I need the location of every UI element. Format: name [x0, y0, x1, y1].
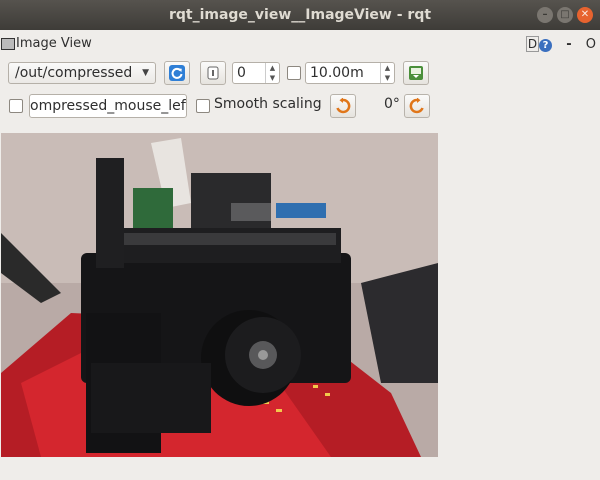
smooth-scaling-label: Smooth scaling	[214, 96, 322, 112]
smooth-scaling-checkbox[interactable]	[196, 99, 210, 113]
rotate-right-icon	[409, 97, 424, 114]
dock-close-button[interactable]: O	[586, 37, 596, 52]
options-row: ompressed_mouse_left Smooth scaling 0°	[0, 93, 600, 119]
rotation-value: 0°	[384, 96, 400, 112]
max-range-spinbox[interactable]: 10.00m ▲ ▼	[305, 62, 395, 84]
chevron-down-icon: ▼	[142, 68, 149, 78]
image-display[interactable]: C++	[1, 133, 438, 457]
topic-value: /out/compressed	[15, 65, 133, 81]
save-image-button[interactable]	[403, 61, 429, 85]
minimize-button[interactable]: –	[537, 7, 553, 23]
dock-minimize-button[interactable]: -	[566, 37, 571, 52]
dock-title: Image View	[16, 36, 92, 51]
help-icon[interactable]: ?	[539, 39, 553, 52]
num-gridlines-spinbox[interactable]: 0 ▲ ▼	[232, 62, 280, 84]
close-button[interactable]: ✕	[577, 7, 593, 23]
spin-arrows-icon[interactable]: ▲ ▼	[265, 63, 279, 83]
rotate-right-button[interactable]	[404, 94, 430, 118]
zoom-1-button[interactable]	[200, 61, 226, 85]
dock-d-button[interactable]: D	[525, 36, 540, 52]
save-icon	[409, 66, 423, 80]
rotate-left-button[interactable]	[330, 94, 356, 118]
topic-dropdown[interactable]: /out/compressed ▼	[8, 62, 156, 84]
toolbar-row: /out/compressed ▼ 0 ▲ ▼ 10.00m ▲ ▼	[0, 60, 600, 86]
dock-controls: D? - O	[522, 36, 596, 52]
publish-mouse-checkbox[interactable]	[9, 99, 23, 113]
refresh-button[interactable]	[164, 61, 190, 85]
spin-arrows-icon[interactable]: ▲ ▼	[380, 63, 394, 83]
rotate-left-icon	[336, 97, 351, 114]
max-range-checkbox[interactable]	[287, 66, 301, 80]
mouse-topic-input[interactable]: ompressed_mouse_left	[29, 94, 187, 118]
camera-image: C++	[1, 133, 438, 457]
window-titlebar: rqt_image_view__ImageView - rqt – □ ✕	[0, 0, 600, 30]
refresh-icon	[169, 65, 185, 81]
num-gridlines-value: 0	[237, 65, 246, 81]
dock-window-icon	[1, 38, 15, 50]
dock-title-bar: Image View D? - O	[0, 36, 600, 54]
maximize-button[interactable]: □	[557, 7, 573, 23]
max-range-value: 10.00m	[310, 65, 364, 81]
zoom-1-icon	[207, 66, 219, 80]
window-title: rqt_image_view__ImageView - rqt	[168, 7, 432, 23]
